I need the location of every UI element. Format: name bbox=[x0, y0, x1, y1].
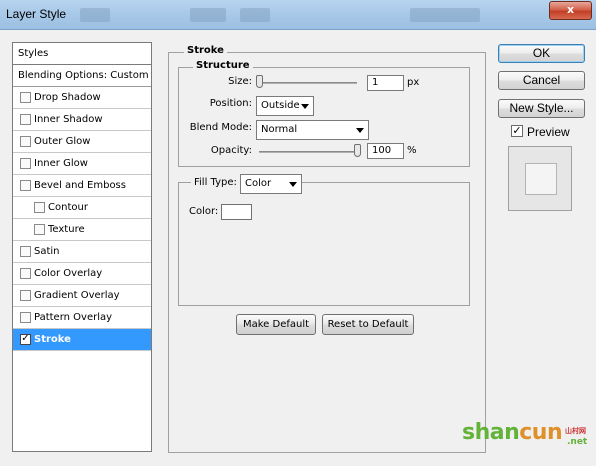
style-checkbox[interactable] bbox=[20, 158, 31, 169]
style-checkbox[interactable] bbox=[20, 290, 31, 301]
chevron-down-icon bbox=[356, 128, 364, 133]
style-item-label: Pattern Overlay bbox=[34, 312, 113, 323]
style-item-drop-shadow[interactable]: Drop Shadow bbox=[13, 87, 151, 109]
opacity-slider-thumb[interactable] bbox=[354, 144, 361, 157]
color-swatch[interactable] bbox=[221, 204, 252, 220]
preview-checkbox[interactable]: ✓ bbox=[511, 125, 523, 137]
blend-mode-select[interactable]: Normal bbox=[256, 120, 369, 140]
watermark-text-a: shan bbox=[462, 420, 520, 445]
style-checkbox[interactable] bbox=[20, 246, 31, 257]
style-checkbox[interactable] bbox=[20, 312, 31, 323]
preview-swatch bbox=[525, 163, 557, 195]
opacity-slider[interactable] bbox=[259, 151, 359, 153]
style-item-inner-glow[interactable]: Inner Glow bbox=[13, 153, 151, 175]
style-items: Drop Shadow Inner Shadow Outer Glow Inner G… bbox=[13, 87, 151, 351]
size-slider-thumb[interactable] bbox=[256, 75, 263, 88]
blend-mode-label: Blend Mode: bbox=[189, 122, 252, 133]
style-checkbox[interactable] bbox=[20, 92, 31, 103]
style-item-label: Satin bbox=[34, 246, 60, 257]
watermark-text-b: cun bbox=[519, 420, 563, 445]
style-item-contour[interactable]: Contour bbox=[13, 197, 151, 219]
style-checkbox[interactable] bbox=[34, 202, 45, 213]
blend-mode-value: Normal bbox=[261, 124, 298, 135]
chevron-down-icon bbox=[301, 104, 309, 109]
size-slider[interactable] bbox=[259, 82, 357, 84]
style-item-label: Outer Glow bbox=[34, 136, 91, 147]
position-value: Outside bbox=[261, 100, 300, 111]
style-checkbox[interactable] bbox=[20, 114, 31, 125]
styles-list: Styles Blending Options: Custom Drop Sha… bbox=[12, 42, 152, 452]
style-item-label: Texture bbox=[48, 224, 85, 235]
style-checkbox[interactable] bbox=[34, 224, 45, 235]
style-item-label: Gradient Overlay bbox=[34, 290, 120, 301]
styles-header[interactable]: Styles bbox=[13, 43, 151, 65]
fill-type-value: Color bbox=[245, 178, 272, 189]
style-item-label: Inner Shadow bbox=[34, 114, 103, 125]
opacity-unit: % bbox=[407, 145, 417, 156]
style-item-bevel-and-emboss[interactable]: Bevel and Emboss bbox=[13, 175, 151, 197]
make-default-button[interactable]: Make Default bbox=[236, 314, 316, 335]
chevron-down-icon bbox=[289, 182, 297, 187]
watermark-sub: 山村网 bbox=[565, 427, 586, 435]
ok-button[interactable]: OK bbox=[498, 44, 585, 63]
style-item-inner-shadow[interactable]: Inner Shadow bbox=[13, 109, 151, 131]
preview-thumbnail bbox=[508, 146, 572, 211]
preview-label[interactable]: Preview bbox=[527, 125, 570, 139]
style-item-label: Bevel and Emboss bbox=[34, 180, 126, 191]
size-unit: px bbox=[407, 77, 420, 88]
structure-title: Structure bbox=[193, 60, 253, 71]
style-item-outer-glow[interactable]: Outer Glow bbox=[13, 131, 151, 153]
background-toolbar-ghost bbox=[80, 8, 500, 22]
cancel-button[interactable]: Cancel bbox=[498, 71, 585, 90]
blending-options-item[interactable]: Blending Options: Custom bbox=[13, 65, 151, 87]
opacity-input[interactable]: 100 bbox=[367, 143, 404, 159]
style-item-label: Stroke bbox=[34, 334, 71, 345]
style-item-label: Contour bbox=[48, 202, 88, 213]
style-item-label: Color Overlay bbox=[34, 268, 103, 279]
style-item-stroke[interactable]: ✓ Stroke bbox=[13, 329, 151, 351]
close-button[interactable]: x bbox=[549, 1, 592, 20]
reset-to-default-button[interactable]: Reset to Default bbox=[322, 314, 414, 335]
style-item-label: Drop Shadow bbox=[34, 92, 101, 103]
watermark-logo: shancun bbox=[462, 420, 563, 445]
new-style-button[interactable]: New Style... bbox=[498, 99, 585, 118]
style-item-pattern-overlay[interactable]: Pattern Overlay bbox=[13, 307, 151, 329]
color-label: Color: bbox=[189, 206, 219, 217]
opacity-label: Opacity: bbox=[210, 145, 252, 156]
watermark-net: .net bbox=[567, 437, 588, 447]
style-item-texture[interactable]: Texture bbox=[13, 219, 151, 241]
fill-type-select[interactable]: Color bbox=[240, 174, 302, 194]
style-item-label: Inner Glow bbox=[34, 158, 88, 169]
window-title: Layer Style bbox=[6, 7, 67, 21]
style-item-color-overlay[interactable]: Color Overlay bbox=[13, 263, 151, 285]
style-checkbox[interactable] bbox=[20, 268, 31, 279]
style-item-gradient-overlay[interactable]: Gradient Overlay bbox=[13, 285, 151, 307]
style-checkbox[interactable]: ✓ bbox=[20, 334, 31, 345]
size-input[interactable]: 1 bbox=[367, 75, 404, 91]
position-select[interactable]: Outside bbox=[256, 96, 314, 116]
style-item-satin[interactable]: Satin bbox=[13, 241, 151, 263]
style-checkbox[interactable] bbox=[20, 136, 31, 147]
fill-type-label: Fill Type: bbox=[191, 177, 240, 188]
fill-group bbox=[178, 182, 470, 306]
size-label: Size: bbox=[228, 76, 252, 87]
stroke-section-title: Stroke bbox=[184, 45, 227, 56]
position-label: Position: bbox=[209, 98, 252, 109]
close-icon: x bbox=[566, 3, 575, 16]
title-bar[interactable]: Layer Style x bbox=[0, 0, 596, 30]
style-checkbox[interactable] bbox=[20, 180, 31, 191]
